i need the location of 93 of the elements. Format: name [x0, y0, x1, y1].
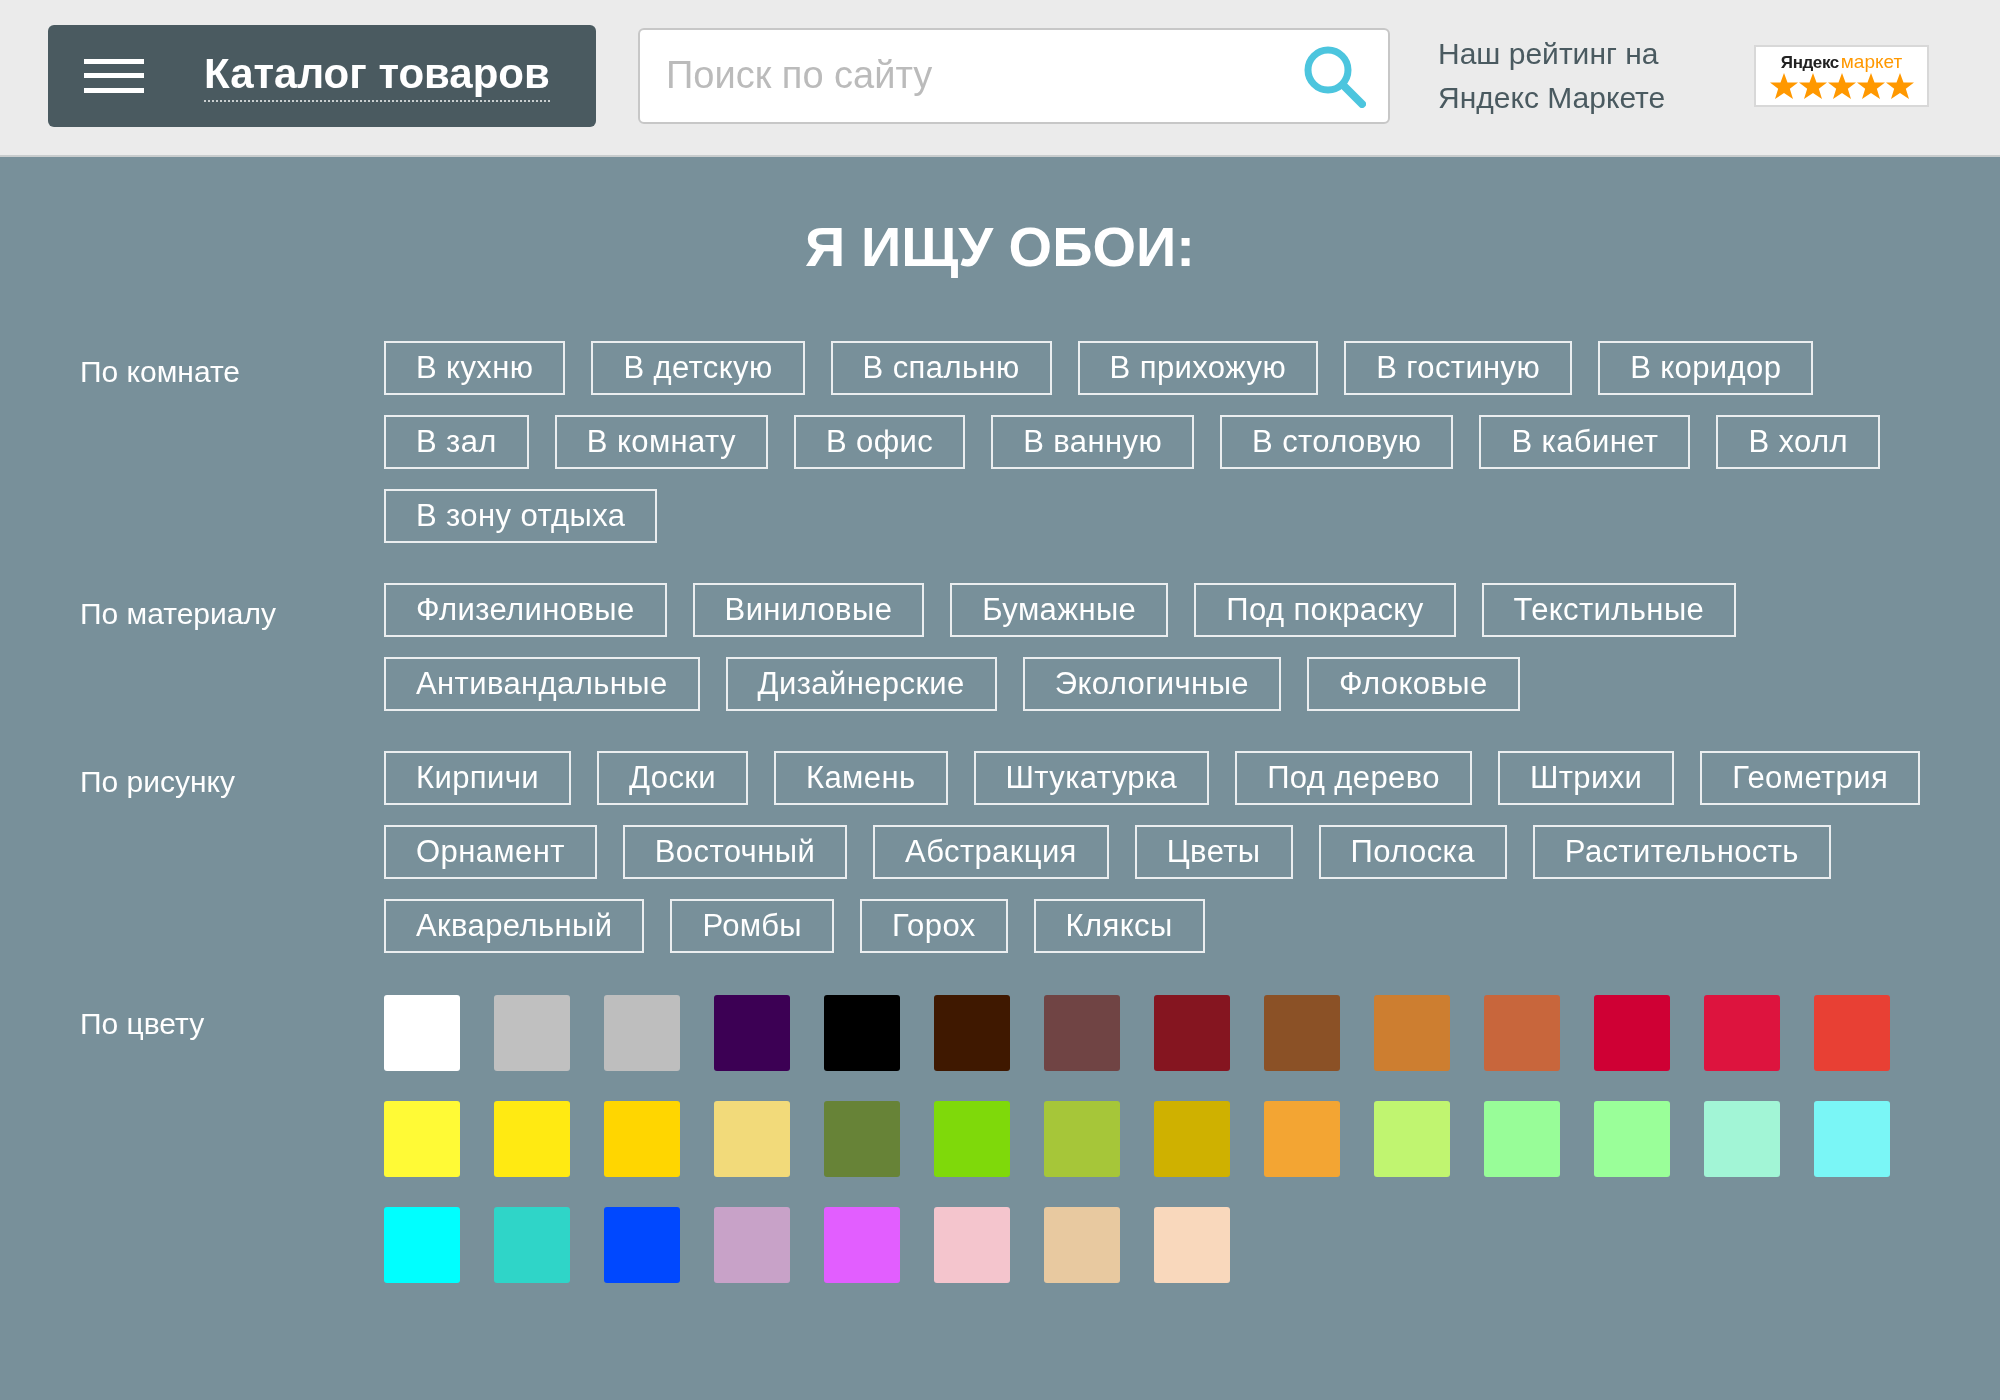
- star-icon: [1769, 72, 1798, 100]
- filter-tag[interactable]: Штрихи: [1497, 751, 1675, 805]
- color-swatch[interactable]: [1154, 1207, 1230, 1283]
- filter-tag[interactable]: Текстильные: [1481, 583, 1737, 637]
- rating-badge[interactable]: Яндексмаркет: [1754, 44, 1929, 107]
- color-swatch[interactable]: [824, 995, 900, 1071]
- color-swatch[interactable]: [494, 1101, 570, 1177]
- star-icon: [1856, 72, 1885, 100]
- filter-tag[interactable]: Полоска: [1318, 825, 1507, 879]
- star-icon: [1798, 72, 1827, 100]
- filter-tag[interactable]: В спальню: [830, 341, 1052, 395]
- color-swatch[interactable]: [384, 1207, 460, 1283]
- filter-tag[interactable]: Орнамент: [384, 825, 597, 879]
- filter-tag[interactable]: Горох: [860, 899, 1008, 953]
- filter-tag[interactable]: В кухню: [384, 341, 566, 395]
- star-icon: [1827, 72, 1856, 100]
- filter-tag[interactable]: Цветы: [1134, 825, 1293, 879]
- color-swatch[interactable]: [1594, 1101, 1670, 1177]
- filter-tag[interactable]: Акварельный: [384, 899, 645, 953]
- star-icon: [1885, 72, 1914, 100]
- filter-tag[interactable]: Флоковые: [1306, 657, 1520, 711]
- filter-tag[interactable]: Антивандальные: [384, 657, 700, 711]
- color-swatch[interactable]: [1264, 1101, 1340, 1177]
- filter-tag[interactable]: Флизелиновые: [384, 583, 667, 637]
- color-swatch[interactable]: [824, 1207, 900, 1283]
- filter-tag[interactable]: Под дерево: [1235, 751, 1472, 805]
- color-swatch[interactable]: [934, 995, 1010, 1071]
- color-swatch[interactable]: [714, 1207, 790, 1283]
- color-swatch[interactable]: [1704, 1101, 1780, 1177]
- menu-icon: [84, 58, 144, 93]
- color-swatch[interactable]: [1374, 995, 1450, 1071]
- filter-tag[interactable]: Растительность: [1532, 825, 1831, 879]
- color-swatch[interactable]: [494, 1207, 570, 1283]
- color-swatch[interactable]: [1154, 995, 1230, 1071]
- filter-tag[interactable]: В кабинет: [1479, 415, 1691, 469]
- color-swatch[interactable]: [604, 995, 680, 1071]
- badge-product: маркет: [1840, 51, 1903, 71]
- color-swatch[interactable]: [384, 995, 460, 1071]
- filter-label: По комнате: [80, 354, 242, 390]
- badge-brand: Яндекс: [1780, 53, 1839, 71]
- color-swatch[interactable]: [1814, 995, 1890, 1071]
- color-swatch[interactable]: [1484, 1101, 1560, 1177]
- filter-tag[interactable]: В комнату: [554, 415, 768, 469]
- filter-tag[interactable]: В офис: [793, 415, 966, 469]
- filter-tag[interactable]: В столовую: [1220, 415, 1454, 469]
- color-swatch[interactable]: [714, 1101, 790, 1177]
- filter-tag[interactable]: Восточный: [622, 825, 848, 879]
- filter-tag[interactable]: В ванную: [991, 415, 1195, 469]
- filter-tag[interactable]: Экологичные: [1022, 657, 1281, 711]
- rating-text: Наш рейтинг на Яндекс Маркете: [1438, 35, 1667, 116]
- filter-tag[interactable]: Кляксы: [1033, 899, 1205, 953]
- filter-tag[interactable]: Под покраску: [1194, 583, 1456, 637]
- search-input[interactable]: Поиск по сайту: [666, 47, 1302, 104]
- filter-label: По цвету: [80, 1006, 206, 1042]
- filter-tag[interactable]: В зал: [384, 415, 529, 469]
- color-swatch[interactable]: [1044, 995, 1120, 1071]
- color-swatch[interactable]: [604, 1207, 680, 1283]
- filter-tag[interactable]: В коридор: [1598, 341, 1814, 395]
- color-swatch[interactable]: [824, 1101, 900, 1177]
- color-swatch[interactable]: [1044, 1101, 1120, 1177]
- filter-tag[interactable]: Кирпичи: [384, 751, 571, 805]
- color-swatch[interactable]: [494, 995, 570, 1071]
- color-swatch[interactable]: [604, 1101, 680, 1177]
- filter-tag[interactable]: В гостиную: [1344, 341, 1573, 395]
- color-swatch[interactable]: [1374, 1101, 1450, 1177]
- filter-tag[interactable]: В холл: [1716, 415, 1881, 469]
- filter-label: По материалу: [80, 596, 277, 632]
- filter-tag[interactable]: Штукатурка: [973, 751, 1210, 805]
- color-swatch[interactable]: [384, 1101, 460, 1177]
- color-swatch[interactable]: [934, 1101, 1010, 1177]
- color-swatch[interactable]: [1814, 1101, 1890, 1177]
- filter-tag[interactable]: Дизайнерские: [725, 657, 997, 711]
- filter-tag[interactable]: Геометрия: [1700, 751, 1921, 805]
- color-swatch[interactable]: [1704, 995, 1780, 1071]
- color-swatch[interactable]: [1594, 995, 1670, 1071]
- color-swatch[interactable]: [714, 995, 790, 1071]
- filter-tag[interactable]: В зону отдыха: [384, 489, 658, 543]
- color-swatch[interactable]: [1264, 995, 1340, 1071]
- filter-tag[interactable]: В детскую: [591, 341, 805, 395]
- filter-tag[interactable]: В прихожую: [1077, 341, 1319, 395]
- filter-tag[interactable]: Бумажные: [950, 583, 1169, 637]
- color-swatch[interactable]: [1044, 1207, 1120, 1283]
- color-swatch[interactable]: [934, 1207, 1010, 1283]
- search-field[interactable]: Поиск по сайту: [638, 27, 1390, 124]
- color-swatch[interactable]: [1154, 1101, 1230, 1177]
- filter-tag[interactable]: Абстракция: [873, 825, 1109, 879]
- filter-tag[interactable]: Доски: [597, 751, 748, 805]
- color-swatch[interactable]: [1484, 995, 1560, 1071]
- filter-label: По рисунку: [80, 764, 237, 800]
- filter-tag[interactable]: Камень: [773, 751, 948, 805]
- filter-tag[interactable]: Ромбы: [670, 899, 834, 953]
- filter-tag[interactable]: Виниловые: [692, 583, 925, 637]
- catalog-button[interactable]: Каталог товаров: [48, 24, 596, 127]
